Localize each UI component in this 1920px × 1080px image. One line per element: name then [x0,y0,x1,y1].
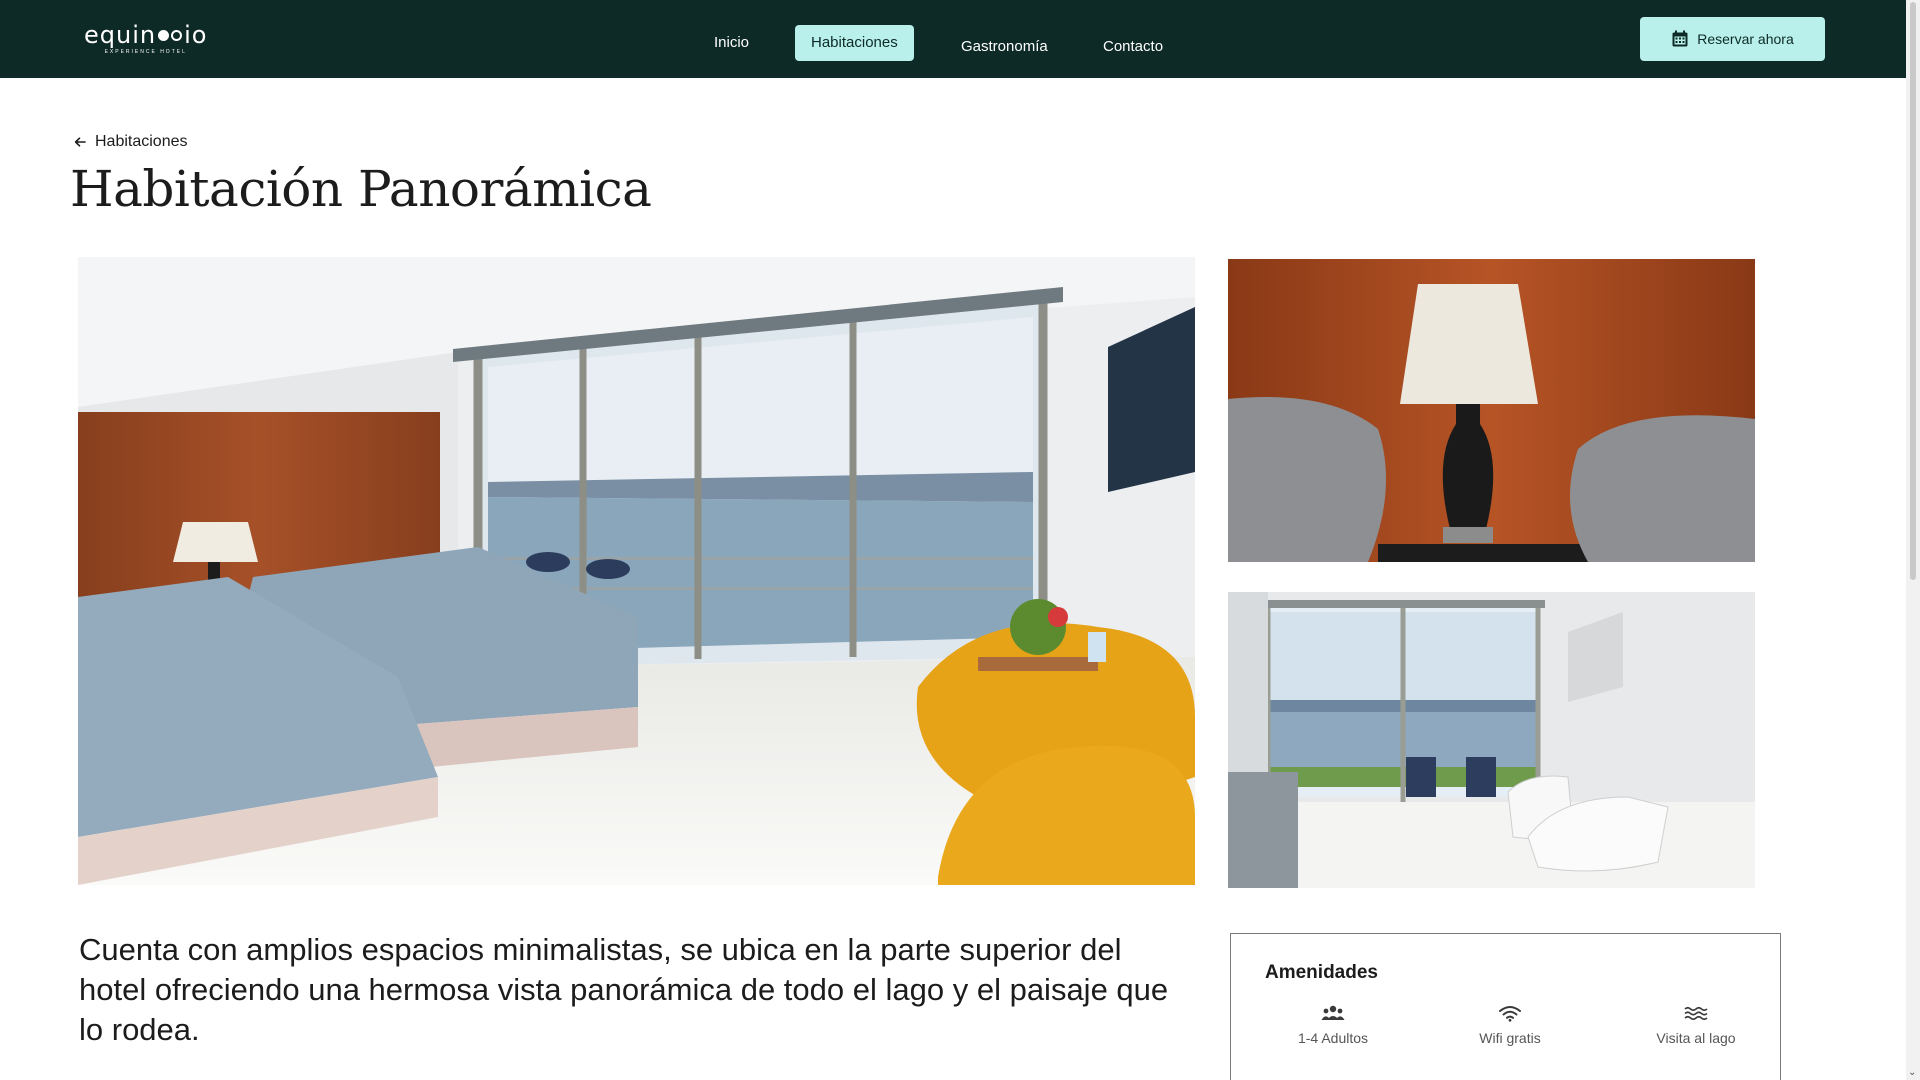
page-scrollbar[interactable]: ⌄ [1906,0,1920,1080]
nav-item-inicio[interactable]: Inicio [714,25,749,61]
scroll-down-icon[interactable]: ⌄ [1908,1067,1916,1078]
calendar-icon [1672,30,1688,47]
logo-subtitle: EXPERIENCE HOTEL [104,49,187,55]
arrow-left-icon [74,137,86,147]
amenities-title: Amenidades [1265,962,1378,983]
amenity-wifi: Wifi gratis [1445,1004,1575,1046]
people-icon [1321,1005,1345,1020]
nav-item-contacto[interactable]: Contacto [1103,29,1163,65]
back-to-rooms-link[interactable]: Habitaciones [73,133,188,151]
amenity-adults: 1-4 Adultos [1268,1004,1398,1046]
waves-icon [1684,1006,1708,1021]
hotel-logo[interactable]: equin io EXPERIENCE HOTEL [84,22,207,56]
room-description: Cuenta con amplios espacios minimalistas… [79,932,1169,1047]
reserve-now-button[interactable]: Reservar ahora [1640,17,1825,61]
top-navbar: equin io EXPERIENCE HOTEL Inicio Habitaci… [0,0,1906,78]
amenity-label: Wifi gratis [1479,1030,1541,1046]
amenity-lake: Visita al lago [1631,1004,1761,1046]
room-lounge-photo[interactable] [1228,592,1755,888]
room-lamp-photo[interactable] [1228,259,1755,562]
amenity-label: 1-4 Adultos [1297,1030,1369,1046]
amenity-label: Visita al lago [1656,1030,1736,1046]
page-title: Habitación Panorámica [70,160,652,218]
reserve-now-label: Reservar ahora [1697,31,1794,47]
nav-item-gastronomia[interactable]: Gastronomía [961,29,1048,65]
amenities-card: Amenidades 1-4 Adultos Wifi gratis Visit… [1230,933,1781,1080]
wifi-icon [1499,1006,1521,1022]
scrollbar-thumb[interactable] [1910,2,1916,580]
room-main-photo[interactable] [78,257,1195,885]
logo-wordmark: equin io [84,21,208,49]
back-link-label: Habitaciones [95,133,188,150]
nav-item-habitaciones[interactable]: Habitaciones [795,25,914,61]
